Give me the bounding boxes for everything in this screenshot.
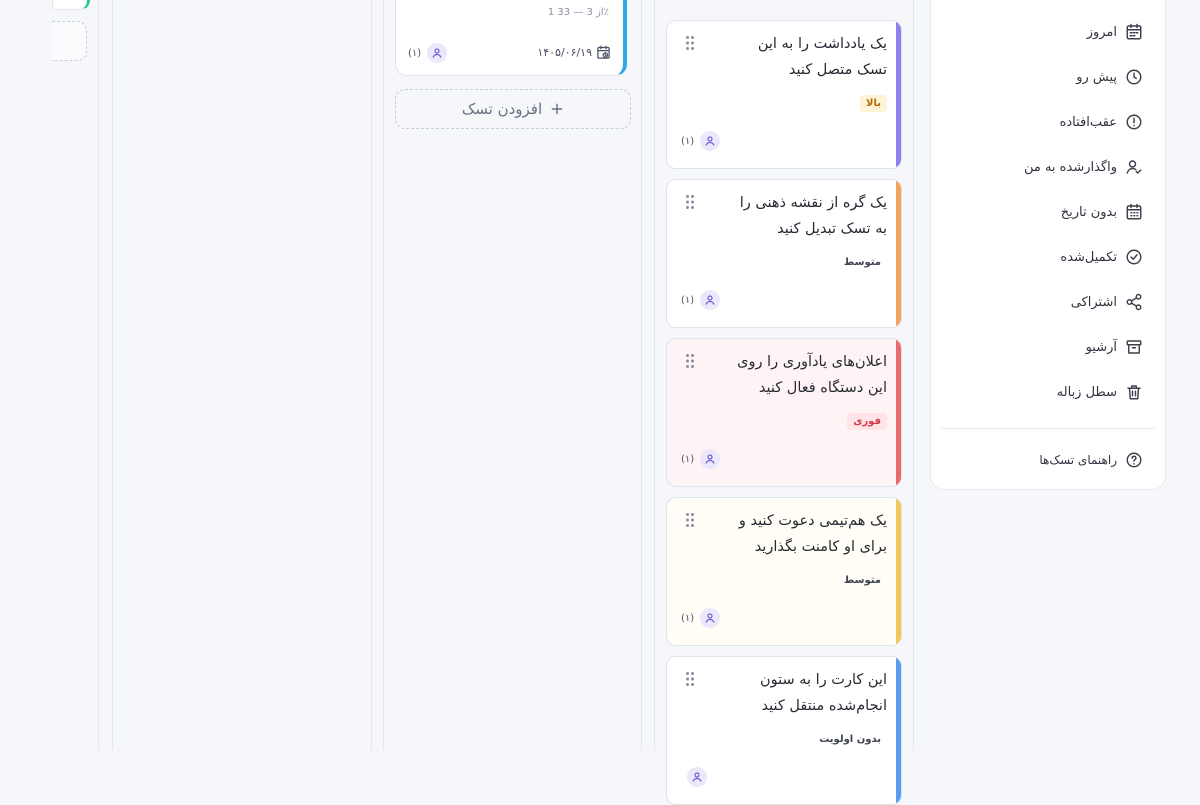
drag-handle-icon[interactable] [685, 512, 695, 528]
avatar [700, 131, 721, 151]
check-circle-icon [1125, 248, 1143, 266]
due-date: ۱۴۰۵/۰۶/۱۹ [537, 45, 611, 60]
board-column-tasks: یک یادداشت را به این تسک متصل کنید بالا (۱… [654, 0, 914, 805]
alert-circle-icon [1125, 113, 1143, 131]
avatar [700, 449, 721, 469]
avatar [700, 608, 721, 628]
drag-handle-icon[interactable] [685, 35, 695, 51]
priority-accent-bar [896, 498, 901, 645]
task-title: این کارت را به ستون انجام‌شده منتقل کنید [759, 672, 887, 714]
trash-icon [1125, 383, 1143, 401]
help-circle-icon [1125, 451, 1143, 469]
sidebar-item-label: تکمیل‌شده [1060, 249, 1117, 265]
sidebar-item-label: واگذارشده به من [1023, 159, 1117, 175]
drag-handle-icon[interactable] [685, 671, 695, 687]
sidebar-item-label: اشتراکی [1070, 294, 1117, 310]
assignee-count: (۱) [681, 612, 695, 624]
priority-badge: بدون اولویت [819, 734, 881, 745]
drag-handle-icon[interactable] [685, 194, 695, 210]
sidebar-item-label: سطل زباله [1056, 384, 1117, 400]
task-card[interactable]: 1 از 3 — 33٪ ۱۴۰۵/۰۶/۱۹ (۱) [395, 0, 627, 76]
priority-badge: متوسط [843, 257, 881, 268]
add-task-button[interactable]: افزودن تسک [395, 89, 631, 129]
task-title: یک یادداشت را به این تسک متصل کنید [757, 36, 887, 78]
task-title: اعلان‌های یادآوری را روی این دستگاه فعال… [737, 354, 887, 396]
task-title: یک گره از نقشه ذهنی را به تسک تبدیل کنید [739, 195, 887, 237]
assignee-count: (۱) [408, 47, 422, 59]
priority-badge: متوسط [843, 575, 881, 586]
task-card-partial[interactable] [52, 0, 90, 10]
archive-icon [1125, 338, 1143, 356]
calendar-clock-icon [596, 45, 611, 60]
sidebar-item-label: آرشیو [1085, 339, 1117, 355]
clock-icon [1125, 68, 1143, 86]
sidebar-item[interactable]: آرشیو [943, 333, 1143, 361]
assignee-count: (۱) [681, 294, 695, 306]
assignee[interactable] [681, 767, 707, 787]
sidebar-item[interactable]: تکمیل‌شده [943, 243, 1143, 271]
sidebar-item[interactable]: عقب‌افتاده [943, 108, 1143, 136]
calendar-grid-icon [1125, 203, 1143, 221]
board-column-partial [52, 0, 98, 750]
assignee[interactable]: (۱) [681, 131, 721, 151]
priority-accent-bar [896, 339, 901, 486]
sidebar-item-label: عقب‌افتاده [1059, 114, 1117, 130]
sidebar-help-label: راهنمای تسک‌ها [1039, 453, 1117, 467]
drag-handle-icon[interactable] [685, 353, 695, 369]
task-card[interactable]: یک گره از نقشه ذهنی را به تسک تبدیل کنید… [666, 179, 902, 328]
sidebar-item-label: پیش رو [1076, 69, 1117, 85]
sidebar-item[interactable]: پیش رو [943, 63, 1143, 91]
plus-icon [550, 102, 564, 116]
sidebar-item-label: بدون تاریخ [1060, 204, 1117, 220]
priority-badge: فوری [847, 413, 887, 430]
task-title: یک هم‌تیمی دعوت کنید و برای او کامنت بگذ… [738, 513, 887, 555]
due-date-text: ۱۴۰۵/۰۶/۱۹ [537, 46, 592, 59]
add-task-label: افزودن تسک [461, 100, 543, 118]
task-card[interactable]: یک هم‌تیمی دعوت کنید و برای او کامنت بگذ… [666, 497, 902, 646]
add-task-button-partial[interactable] [52, 21, 87, 61]
priority-accent-bar [896, 657, 901, 804]
priority-accent-bar [896, 180, 901, 327]
avatar [427, 43, 448, 63]
assignee[interactable]: (۱) [408, 43, 448, 63]
share-icon [1125, 293, 1143, 311]
priority-badge: بالا [860, 95, 887, 112]
sidebar-item[interactable]: سطل زباله [943, 378, 1143, 406]
sidebar-divider [941, 428, 1155, 429]
sidebar-item[interactable]: بدون تاریخ [943, 198, 1143, 226]
sidebar-item[interactable]: اشتراکی [943, 288, 1143, 316]
sidebar-item-help[interactable]: راهنمای تسک‌ها [943, 446, 1143, 474]
assignee-count: (۱) [681, 453, 695, 465]
user-check-icon [1125, 158, 1143, 176]
subtask-progress: 1 از 3 — 33٪ [547, 7, 609, 18]
assignee-count: (۱) [681, 135, 695, 147]
sidebar-item[interactable]: واگذارشده به من [943, 153, 1143, 181]
task-sidebar: امروز پیش رو عقب‌افتاده واگذارشده به من بدون… [930, 0, 1166, 490]
board-column-empty [112, 0, 372, 750]
task-card[interactable]: یک یادداشت را به این تسک متصل کنید بالا (۱… [666, 20, 902, 169]
assignee[interactable]: (۱) [681, 290, 721, 310]
priority-accent-bar [896, 21, 901, 168]
avatar [700, 290, 721, 310]
sidebar-item[interactable]: امروز [943, 18, 1143, 46]
board-column-middle: 1 از 3 — 33٪ ۱۴۰۵/۰۶/۱۹ (۱) افزودن تسک [383, 0, 642, 750]
sidebar-item-label: امروز [1086, 24, 1117, 40]
assignee[interactable]: (۱) [681, 449, 721, 469]
assignee[interactable]: (۱) [681, 608, 721, 628]
column-divider [98, 0, 99, 750]
avatar [687, 767, 707, 787]
task-card[interactable]: اعلان‌های یادآوری را روی این دستگاه فعال… [666, 338, 902, 487]
task-card[interactable]: این کارت را به ستون انجام‌شده منتقل کنید… [666, 656, 902, 805]
calendar-icon [1125, 23, 1143, 41]
